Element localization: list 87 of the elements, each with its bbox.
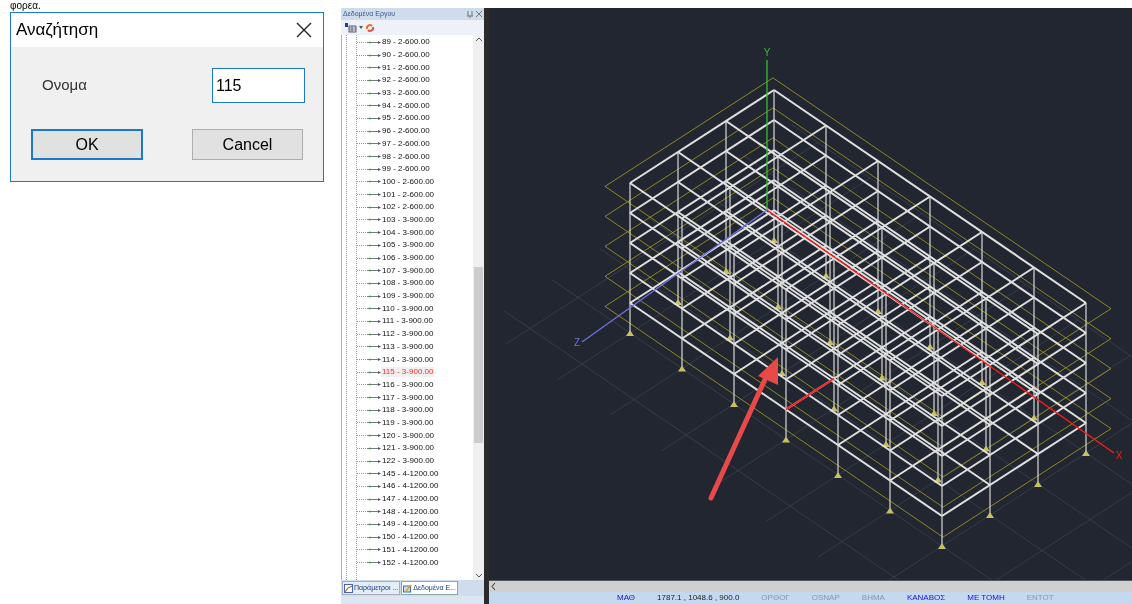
horizontal-scrollbar[interactable] [489,580,1132,592]
refresh-icon[interactable] [365,22,375,33]
member-icon [357,255,381,261]
member-icon [357,382,381,388]
tree-item[interactable]: 152 - 4-1200.00 [381,557,440,568]
member-icon [357,77,381,83]
tree-item[interactable]: 107 - 3-900.00 [381,265,436,276]
tree-item[interactable]: 93 - 2-600.00 [381,88,431,99]
tree-item[interactable]: 108 - 3-900.00 [381,278,436,289]
status-toggle[interactable]: ΜΑΘ [617,593,636,603]
tree-item[interactable]: 109 - 3-900.00 [381,291,436,302]
member-icon [357,420,381,426]
chart-icon [344,583,353,593]
member-icon [357,39,381,45]
scrollbar-thumb[interactable] [474,267,483,443]
tree-item[interactable]: 112 - 3-900.00 [381,329,435,340]
dialog-title: Αναζήτηση [16,19,99,42]
3d-viewport[interactable]: Y Z X [489,8,1132,580]
tree-item[interactable]: 101 - 2-600.00 [381,189,436,200]
dropdown-caret-icon[interactable] [359,26,363,29]
tree-item[interactable]: 103 - 3-900.00 [381,214,436,225]
tree-item[interactable]: 90 - 2-600.00 [381,50,431,61]
tree-item[interactable]: 147 - 4-1200.00 [381,494,440,505]
tree-item[interactable]: 99 - 2-600.00 [381,164,431,175]
edit-data-icon [403,583,413,593]
close-icon[interactable] [476,11,482,17]
tree-item[interactable]: 114 - 3-900.00 [381,354,435,365]
tree-item[interactable]: 96 - 2-600.00 [381,126,431,137]
cancel-button[interactable]: Cancel [192,129,303,160]
member-icon [357,154,381,160]
tree-item[interactable]: 148 - 4-1200.00 [381,506,440,517]
status-toggle[interactable]: ΜΕ ΤΟΜΗ [967,593,1005,603]
status-toggle[interactable]: ΚΑΝΑΒΟΣ [906,593,946,603]
coordinates-readout: 1787.1 , 1048.6 , 900.0 [657,593,740,603]
member-icon [357,293,381,299]
scroll-down-icon[interactable] [475,574,482,578]
member-icon [357,331,381,337]
tree-item[interactable]: 145 - 4-1200.00 [381,468,440,479]
tree-item[interactable]: 117 - 3-900.00 [381,392,435,403]
member-icon [357,369,381,375]
ok-button[interactable]: OK [31,129,143,160]
tree-item[interactable]: 105 - 3-900.00 [381,240,436,251]
tree-item[interactable]: 100 - 2-600.00 [381,176,436,187]
tree-item[interactable]: 97 - 2-600.00 [381,138,431,149]
axis-label: X [1115,450,1123,461]
member-icon [357,560,381,566]
tree-item[interactable]: 89 - 2-600.00 [381,37,431,48]
tree-item[interactable]: 120 - 3-900.00 [381,430,436,441]
member-icon [357,192,381,198]
tree-item[interactable]: 92 - 2-600.00 [381,75,431,86]
member-icon [357,344,381,350]
tree-item[interactable]: 118 - 3-900.00 [381,405,435,416]
tree-item[interactable]: 95 - 2-600.00 [381,113,431,124]
tree-item[interactable]: 104 - 3-900.00 [381,227,436,238]
field-label: Ονομα [42,75,87,96]
tree-item[interactable]: 116 - 3-900.00 [381,379,435,390]
member-icon [357,445,381,451]
member-icon [357,483,381,489]
vertical-scrollbar[interactable] [473,35,484,580]
member-icon [357,268,381,274]
tree-item[interactable]: 91 - 2-600.00 [381,62,431,73]
tree-item[interactable]: 94 - 2-600.00 [381,100,431,111]
member-icon [357,306,381,312]
name-input-field[interactable]: 115 [212,68,305,103]
tree-item[interactable]: 111 - 3-900.00 [381,316,434,327]
axis-label: Y [763,47,771,58]
caption-fragment: φορεα. [10,0,42,12]
member-icon [357,115,381,121]
tree-item[interactable]: 102 - 2-600.00 [381,202,436,213]
scroll-left-icon[interactable] [491,583,495,590]
tree-item[interactable]: 151 - 4-1200.00 [381,544,440,555]
axis-label: Z [573,337,581,348]
list-icon[interactable] [345,22,357,33]
tree-item[interactable]: 122 - 3-900.00 [381,456,436,467]
tree-item[interactable]: 146 - 4-1200.00 [381,481,440,492]
tree-item[interactable]: 113 - 3-900.00 [381,341,435,352]
tree-item[interactable]: 110 - 3-900.00 [381,303,435,314]
tree-item[interactable]: 149 - 4-1200.00 [381,519,440,530]
member-icon [357,230,381,236]
tree-item[interactable]: 98 - 2-600.00 [381,151,431,162]
tree-item[interactable]: 121 - 3-900.00 [381,443,436,454]
tree-item[interactable]: 119 - 3-900.00 [381,417,435,428]
member-icon [357,407,381,413]
tree-item[interactable]: 150 - 4-1200.00 [381,532,440,543]
member-icon [357,521,381,527]
tree-item[interactable]: 106 - 3-900.00 [381,253,436,264]
scroll-up-icon[interactable] [475,37,482,41]
